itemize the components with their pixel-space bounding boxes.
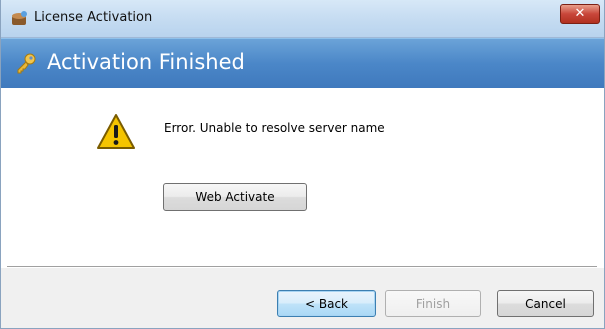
error-message: Error. Unable to resolve server name (164, 121, 385, 135)
cancel-button[interactable]: Cancel (497, 290, 594, 317)
page-header: Activation Finished (1, 38, 604, 88)
button-bar: < Back Finish Cancel (1, 268, 604, 328)
app-icon (11, 10, 29, 26)
back-button[interactable]: < Back (277, 290, 376, 317)
close-icon: ✕ (574, 6, 586, 21)
web-activate-button[interactable]: Web Activate (163, 183, 307, 211)
page-title: Activation Finished (47, 50, 245, 74)
content-area: Error. Unable to resolve server name Web… (1, 88, 604, 266)
license-activation-dialog: License Activation ✕ Activation Finished… (0, 0, 605, 329)
finish-button: Finish (385, 290, 481, 317)
warning-icon (96, 113, 136, 151)
title-bar[interactable]: License Activation ✕ (1, 0, 604, 38)
close-button[interactable]: ✕ (560, 4, 600, 24)
window-title: License Activation (34, 10, 153, 25)
key-icon (15, 53, 37, 75)
